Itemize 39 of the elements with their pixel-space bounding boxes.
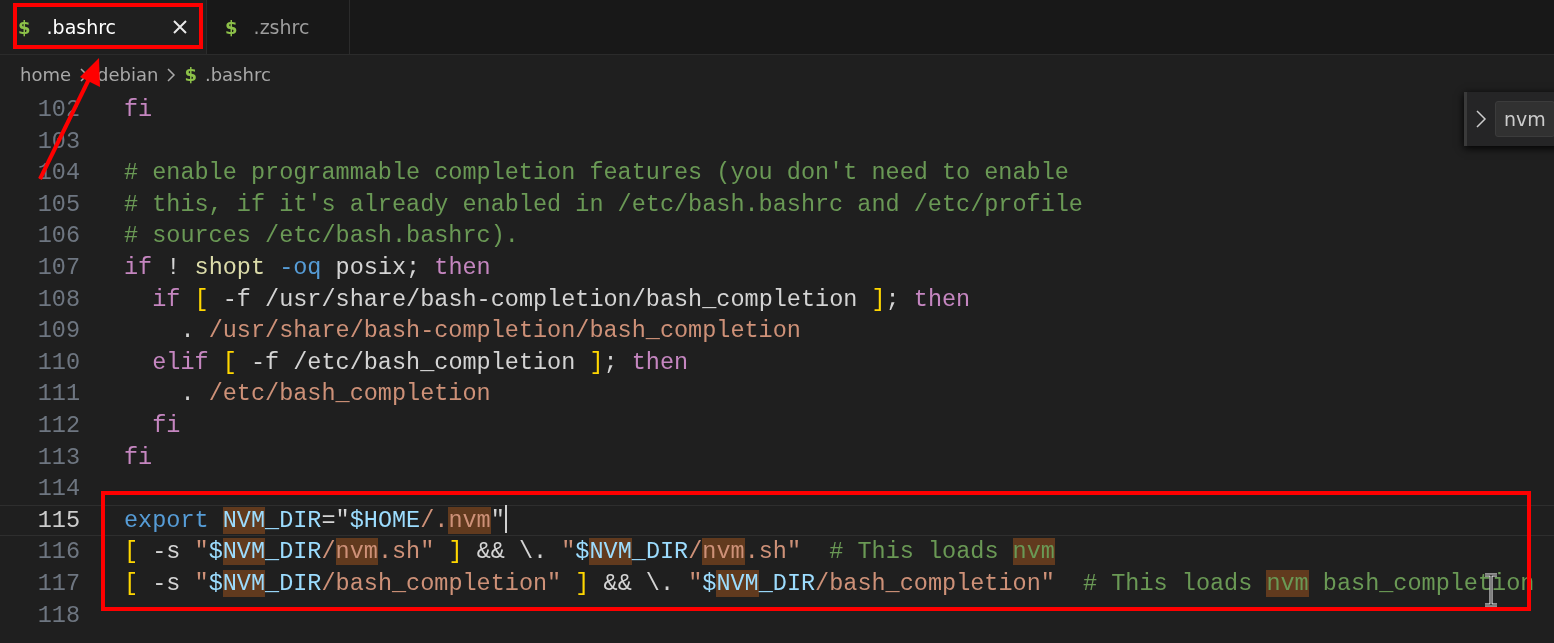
line-number: 105 [36, 189, 80, 220]
chevron-right-icon[interactable] [1475, 109, 1487, 129]
line-number: 110 [36, 347, 80, 378]
code-line: if [ -f /usr/share/bash-completion/bash_completion ]; then [151, 284, 971, 315]
file-type-icon: $ [184, 61, 197, 88]
breadcrumb-item[interactable]: home [20, 61, 72, 88]
line-number: 118 [36, 600, 80, 631]
file-type-icon: $ [18, 13, 31, 41]
line-number: 107 [36, 252, 80, 283]
tab-label: .zshrc [253, 14, 310, 40]
line-number: 115 [36, 505, 80, 536]
line-number: 113 [36, 442, 80, 473]
line-number: 108 [36, 284, 80, 315]
code-line: fi [124, 442, 153, 473]
code-line: fi [124, 95, 153, 125]
line-number: 114 [36, 474, 80, 505]
line-number: 112 [36, 410, 80, 441]
chevron-right-icon [166, 66, 177, 83]
code-line: elif [ -f /etc/bash_completion ]; then [151, 347, 689, 378]
code-line: # this, if it's already enabled in /etc/bash.bashrc and /etc/profile [124, 189, 1083, 220]
line-number: 109 [36, 316, 80, 347]
file-type-icon: $ [225, 13, 238, 41]
line-number: 116 [36, 537, 80, 568]
search-field[interactable]: nvm [1495, 101, 1554, 137]
line-number: 111 [36, 379, 80, 410]
code-line: # sources /etc/bash.bashrc). [124, 221, 519, 252]
code-line: [ -s "$NVM_DIR/nvm.sh" ] && \. "$NVM_DIR/nvm.sh" # This loads nvm [124, 537, 1055, 568]
code-line: fi [151, 410, 181, 441]
code-line: export NVM_DIR="$HOME/.nvm" [124, 505, 505, 536]
code-line: . /usr/share/bash-completion/bash_completion [179, 316, 801, 347]
text-caret [504, 504, 507, 533]
code-line: if ! shopt -oq posix; then [124, 252, 491, 283]
code-line: # enable programmable completion features (you don't need to enable [124, 158, 1069, 189]
line-number: 106 [36, 221, 80, 252]
tab-label: .bashrc [46, 14, 117, 40]
close-icon [172, 19, 189, 35]
breadcrumb-item[interactable]: .bashrc [204, 61, 271, 88]
line-number: 117 [36, 568, 80, 599]
code-line: . /etc/bash_completion [179, 379, 491, 410]
